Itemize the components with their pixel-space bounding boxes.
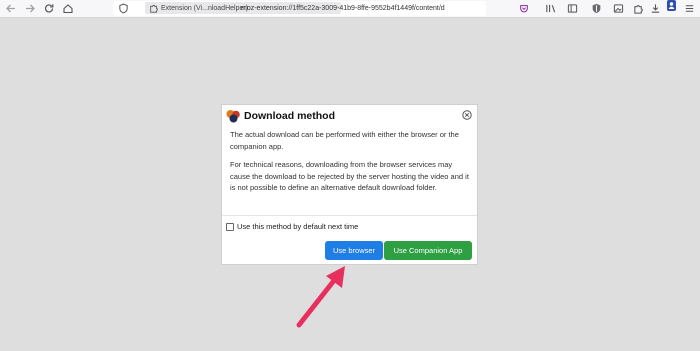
use-browser-button[interactable]: Use browser: [325, 241, 383, 260]
pocket-icon[interactable]: [519, 2, 529, 15]
url-text[interactable]: moz-extension://1ff5c22a-3009-41b9-8ffe-…: [241, 3, 481, 14]
sidebar-icon[interactable]: [567, 2, 578, 15]
technical-note-paragraph: For technical reasons, downloading from …: [230, 160, 469, 192]
menu-icon[interactable]: [684, 2, 695, 15]
intro-paragraph: The actual download can be performed wit…: [230, 130, 459, 151]
account-icon[interactable]: [667, 0, 676, 15]
annotation-arrow-icon: [296, 266, 345, 328]
default-method-label[interactable]: Use this method by default next time: [237, 221, 358, 232]
home-icon[interactable]: [62, 2, 74, 15]
extension-image-icon[interactable]: [613, 2, 624, 15]
site-identity-label: Extension (Vi...nloadHelper): [161, 5, 249, 12]
shield-icon[interactable]: [118, 2, 129, 15]
address-bar[interactable]: Extension (Vi...nloadHelper) moz-extensi…: [113, 1, 486, 16]
back-icon[interactable]: [5, 2, 17, 15]
download-icon[interactable]: [650, 2, 661, 15]
extensions-puzzle-icon[interactable]: [633, 2, 644, 15]
default-method-checkbox[interactable]: [226, 223, 234, 231]
download-method-dialog: Download method The actual download can …: [221, 104, 478, 265]
video-downloadhelper-logo-icon: [226, 110, 240, 123]
reload-icon[interactable]: [43, 2, 55, 15]
browser-toolbar: Extension (Vi...nloadHelper) moz-extensi…: [0, 0, 700, 18]
dialog-title: Download method: [244, 110, 335, 122]
forward-icon[interactable]: [24, 2, 36, 15]
ublock-shield-icon[interactable]: [591, 2, 602, 15]
puzzle-icon: [150, 4, 158, 13]
use-companion-app-button[interactable]: Use Companion App: [384, 241, 472, 260]
dialog-header: Download method: [222, 105, 477, 127]
dialog-divider: [222, 215, 477, 216]
dialog-body: The actual download can be performed wit…: [230, 129, 474, 201]
library-icon[interactable]: [545, 2, 556, 15]
close-icon[interactable]: [462, 110, 472, 120]
